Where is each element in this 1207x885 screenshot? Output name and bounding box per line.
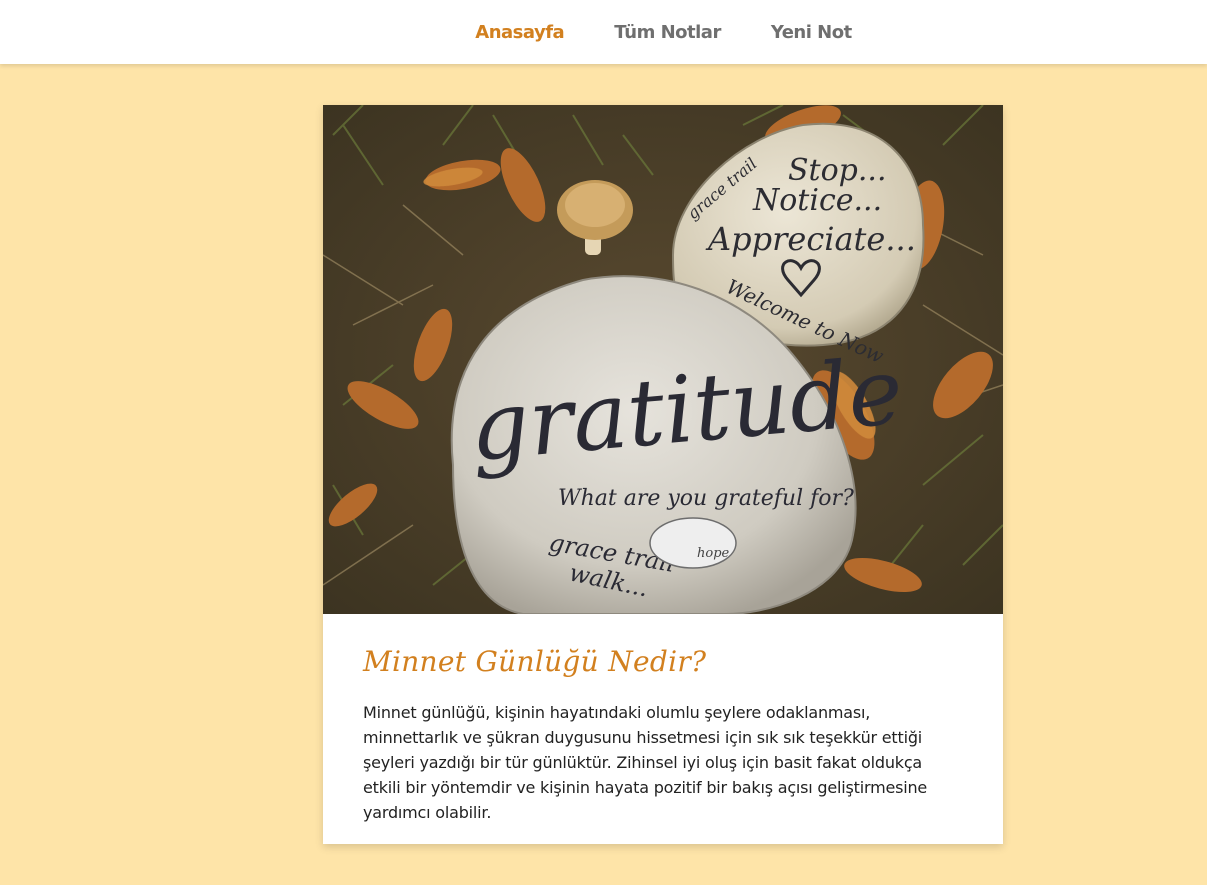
- card-hero-image: grace trail Stop... Notice... Appreciate…: [323, 105, 1003, 614]
- info-card: grace trail Stop... Notice... Appreciate…: [323, 105, 1003, 844]
- small-stone-line-3: Appreciate...: [705, 220, 916, 258]
- big-stone-question: What are you grateful for?: [558, 486, 854, 511]
- nav-link-new-note[interactable]: Yeni Not: [746, 22, 877, 43]
- badge-text: hope: [697, 546, 730, 561]
- card-description: Minnet günlüğü, kişinin hayatındaki olum…: [363, 703, 928, 822]
- nav-link-all-notes[interactable]: Tüm Notlar: [589, 22, 746, 43]
- nav-links: Anasayfa Tüm Notlar Yeni Not: [450, 22, 876, 43]
- nav-link-home[interactable]: Anasayfa: [450, 22, 589, 43]
- card-title: Minnet Günlüğü Nedir?: [363, 645, 707, 678]
- card-body: Minnet Günlüğü Nedir? Minnet günlüğü, ki…: [363, 645, 963, 825]
- small-stone-line-2: Notice...: [752, 183, 882, 218]
- top-navbar: Anasayfa Tüm Notlar Yeni Not: [0, 0, 1207, 64]
